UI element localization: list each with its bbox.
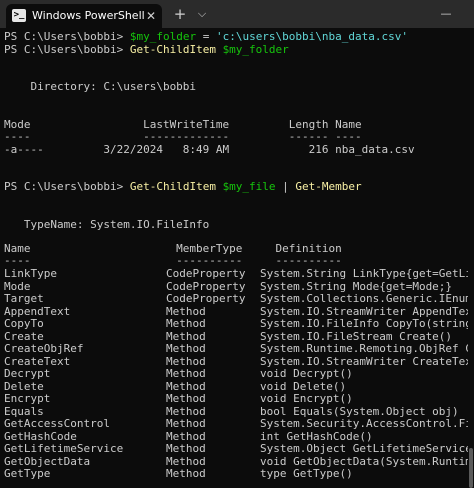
dir-table-row: -a---- 3/22/2024 8:49 AM 216 nba_data.cs…: [4, 143, 415, 156]
tab-windows-powershell[interactable]: >_ Windows PowerShell ✕: [6, 4, 162, 28]
member-name: CopyTo: [4, 317, 44, 330]
scrollbar-thumb[interactable]: [469, 448, 473, 488]
member-def: void Encrypt(): [260, 392, 353, 405]
member-def: type GetType(): [260, 467, 353, 480]
member-type: CodeProperty: [166, 267, 246, 280]
member-type: Method: [166, 317, 206, 330]
directory-label: Directory: C:\users\bobbi: [4, 80, 197, 93]
member-def: System.Object GetLifetimeService(): [260, 442, 474, 455]
typename-label: TypeName: System.IO.FileInfo: [4, 218, 210, 231]
member-type: Method: [166, 417, 206, 430]
member-type: Method: [166, 392, 206, 405]
close-tab-icon[interactable]: ✕: [146, 4, 156, 28]
member-name: Target: [4, 292, 44, 305]
member-name: LinkType: [4, 267, 57, 280]
command-line-3: PS C:\Users\bobbi> Get-ChildItem $my_fil…: [4, 180, 362, 193]
terminal-icon: >_: [12, 9, 26, 22]
command-line-1: PS C:\Users\bobbi> $my_folder = 'c:\user…: [4, 30, 409, 43]
member-def: void Decrypt(): [260, 367, 353, 380]
member-def: System.Collections.Generic.IEnumer: [260, 292, 474, 305]
tab-title: Windows PowerShell: [32, 9, 145, 22]
member-name: CreateObjRef: [4, 342, 84, 355]
member-type: Method: [166, 342, 206, 355]
member-name: GetType: [4, 467, 51, 480]
members-table-separator: ---- ---------- ----------: [4, 254, 342, 267]
member-def: System.Security.AccessControl.File: [260, 417, 474, 430]
member-def: System.String LinkType{get=GetLink: [260, 267, 474, 280]
member-name: Decrypt: [4, 367, 51, 380]
member-name: Encrypt: [4, 392, 51, 405]
member-type: Method: [166, 442, 206, 455]
scrollbar[interactable]: [468, 28, 474, 488]
dropdown-icon[interactable]: ⌵: [194, 0, 210, 28]
title-bar: >_ Windows PowerShell ✕ + ⌵ —: [0, 0, 474, 28]
member-def: System.Runtime.Remoting.ObjRef Cre: [260, 342, 474, 355]
terminal-output[interactable]: PS C:\Users\bobbi> $my_folder = 'c:\user…: [0, 28, 474, 484]
member-type: Method: [166, 367, 206, 380]
new-tab-button[interactable]: +: [172, 0, 188, 28]
member-type: Method: [166, 467, 206, 480]
member-type: CodeProperty: [166, 292, 246, 305]
command-line-2: PS C:\Users\bobbi> Get-ChildItem $my_fol…: [4, 43, 289, 56]
member-name: GetAccessControl: [4, 417, 110, 430]
dir-table-separator: ---- ------------- ------ ----: [4, 130, 362, 143]
minimize-button[interactable]: —: [434, 0, 458, 28]
member-def: System.IO.FileInfo CopyTo(string d: [260, 317, 474, 330]
member-name: GetLifetimeService: [4, 442, 124, 455]
